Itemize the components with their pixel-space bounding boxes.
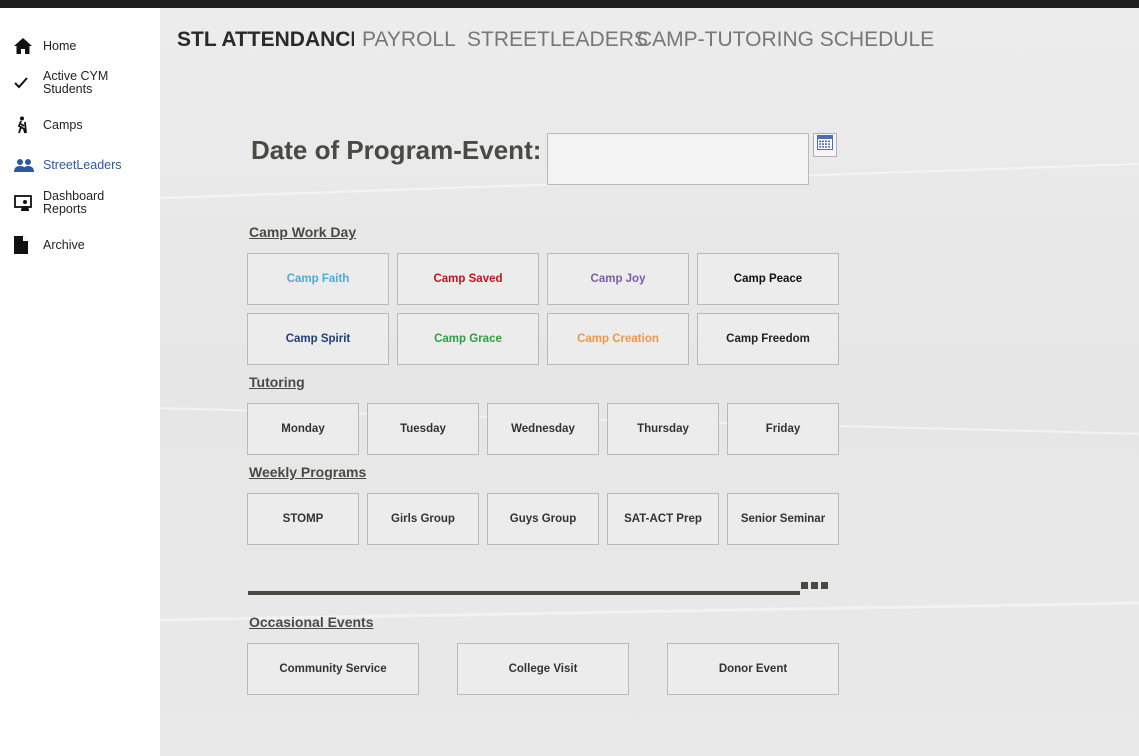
people-icon (14, 155, 36, 175)
girls-group-button[interactable]: Girls Group (367, 493, 479, 545)
sidebar: Home Active CYM Students Camps StreetLea… (0, 8, 160, 756)
camp-faith-button[interactable]: Camp Faith (247, 253, 389, 305)
button-label: Camp Grace (434, 333, 502, 345)
sidebar-item-active-cym-students[interactable]: Active CYM Students (14, 70, 134, 96)
camp-creation-button[interactable]: Camp Creation (547, 313, 689, 365)
donor-event-button[interactable]: Donor Event (667, 643, 839, 695)
section-title-occasional-events: Occasional Events (249, 614, 374, 630)
section-title-weekly-programs: Weekly Programs (249, 464, 367, 480)
section-divider (248, 591, 800, 595)
tab-camp-tutoring-schedule[interactable]: CAMP-TUTORING SCHEDULE (637, 28, 934, 52)
document-icon (14, 235, 36, 255)
sidebar-item-label: Archive (43, 237, 85, 252)
date-field[interactable] (547, 133, 809, 185)
sidebar-item-label: StreetLeaders (43, 157, 122, 172)
sidebar-item-home[interactable]: Home (14, 36, 76, 56)
camp-freedom-button[interactable]: Camp Freedom (697, 313, 839, 365)
camp-grace-button[interactable]: Camp Grace (397, 313, 539, 365)
sidebar-item-label: Camps (43, 117, 83, 132)
sidebar-item-camps[interactable]: Camps (14, 115, 83, 135)
friday-button[interactable]: Friday (727, 403, 839, 455)
senior-seminar-button[interactable]: Senior Seminar (727, 493, 839, 545)
tab-streetleaders[interactable]: STREETLEADERS (467, 28, 648, 52)
section-title-tutoring: Tutoring (249, 374, 305, 390)
camp-spirit-button[interactable]: Camp Spirit (247, 313, 389, 365)
camp-saved-button[interactable]: Camp Saved (397, 253, 539, 305)
more-options-icon[interactable] (801, 582, 828, 589)
button-label: Camp Spirit (285, 333, 351, 345)
hiking-person-icon (14, 115, 36, 135)
button-label: Camp Peace (733, 273, 803, 285)
button-label: Camp Faith (286, 273, 350, 285)
guys-group-button[interactable]: Guys Group (487, 493, 599, 545)
sat-act-prep-button[interactable]: SAT-ACT Prep (607, 493, 719, 545)
camp-peace-button[interactable]: Camp Peace (697, 253, 839, 305)
button-label: Camp Creation (577, 333, 659, 345)
sidebar-item-archive[interactable]: Archive (14, 235, 85, 255)
camp-joy-button[interactable]: Camp Joy (547, 253, 689, 305)
sidebar-item-dashboard-reports[interactable]: Dashboard Reports (14, 190, 134, 216)
window-top-bar (0, 0, 1139, 8)
thursday-button[interactable]: Thursday (607, 403, 719, 455)
button-label: Camp Saved (433, 273, 503, 285)
button-label: Camp Freedom (726, 333, 810, 345)
monitor-person-icon (14, 193, 36, 213)
community-service-button[interactable]: Community Service (247, 643, 419, 695)
sidebar-item-streetleaders[interactable]: StreetLeaders (14, 155, 122, 175)
calendar-icon (817, 135, 833, 155)
sidebar-item-label: Dashboard Reports (43, 189, 105, 216)
sidebar-item-label: Home (43, 38, 77, 53)
stomp-button[interactable]: STOMP (247, 493, 359, 545)
date-label: Date of Program-Event: (251, 135, 542, 165)
tab-payroll[interactable]: PAYROLL (362, 28, 456, 52)
wednesday-button[interactable]: Wednesday (487, 403, 599, 455)
home-icon (14, 36, 36, 56)
tab-stl-attendance[interactable]: STL ATTENDANCE (177, 28, 354, 52)
button-label: Camp Joy (590, 273, 646, 285)
sidebar-item-label: Active CYM Students (43, 69, 109, 96)
checkmark-icon (14, 73, 36, 93)
college-visit-button[interactable]: College Visit (457, 643, 629, 695)
monday-button[interactable]: Monday (247, 403, 359, 455)
section-title-camp-work-day: Camp Work Day (249, 224, 357, 240)
calendar-button[interactable] (813, 133, 837, 157)
tuesday-button[interactable]: Tuesday (367, 403, 479, 455)
